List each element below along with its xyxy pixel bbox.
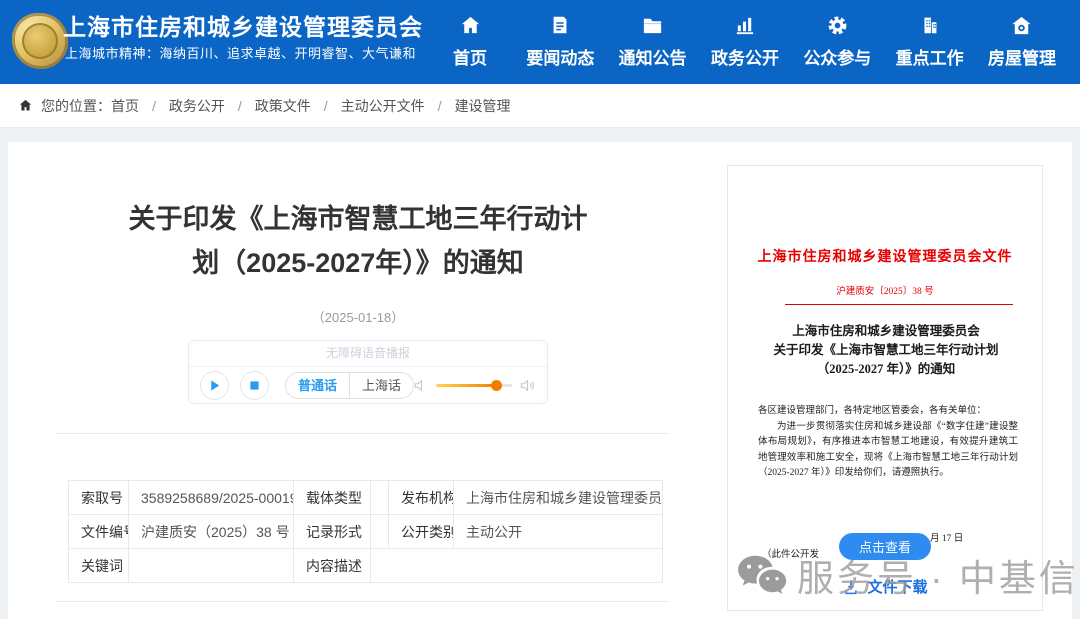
breadcrumb-item-home[interactable]: 首页 [111, 96, 139, 116]
audio-player-controls: 普通话 上海话 [189, 367, 547, 404]
house-manage-icon [1010, 9, 1033, 41]
breadcrumb-item-gov-info[interactable]: 政务公开 [169, 96, 225, 116]
volume-control [414, 379, 536, 392]
nav-item-participation[interactable]: 公众参与 [803, 9, 871, 75]
site-header: 上海市住房和城乡建设管理委员会 上海城市精神：海纳百川、追求卓越、开明睿智、大气… [0, 0, 1080, 84]
meta-value [371, 549, 663, 583]
table-row: 关键词 内容描述 [69, 549, 663, 583]
site-slogan: 上海城市精神：海纳百川、追求卓越、开明睿智、大气谦和 [65, 43, 416, 62]
article-title-line2: 划（2025-2027年）》的通知 [68, 241, 648, 285]
volume-handle[interactable] [491, 380, 502, 391]
language-option-shanghainese[interactable]: 上海话 [349, 373, 413, 398]
download-label: 文件下载 [867, 576, 927, 597]
folder-icon [641, 9, 664, 41]
stop-icon [249, 380, 260, 391]
meta-label: 记录形式 [294, 515, 371, 549]
meta-value: 上海市住房和城乡建设管理委员会 [454, 481, 663, 515]
site-logo-inner [22, 23, 58, 59]
document-meta-table: 索取号 3589258689/2025-00019 载体类型 发布机构 上海市住… [68, 480, 663, 583]
meta-label: 发布机构 [389, 481, 454, 515]
breadcrumb-home-icon [18, 98, 33, 113]
meta-value: 主动公开 [454, 515, 663, 549]
building-icon [919, 9, 941, 41]
file-download-link[interactable]: 文件下载 [728, 576, 1042, 597]
meta-label: 公开类别 [389, 515, 454, 549]
speaker-high-icon [520, 379, 536, 392]
doc-red-divider [785, 304, 1013, 305]
nav-item-home[interactable]: 首页 [438, 9, 502, 75]
view-document-button[interactable]: 点击查看 [839, 533, 931, 560]
language-toggle: 普通话 上海话 [285, 372, 414, 399]
gear-icon [826, 9, 849, 41]
meta-value [371, 515, 389, 549]
breadcrumb-prefix: 您的位置： [41, 96, 111, 116]
breadcrumb-item-construction-mgmt[interactable]: 建设管理 [455, 96, 511, 116]
meta-label: 关键词 [69, 549, 129, 583]
meta-value: 沪建质安（2025）38 号 [129, 515, 294, 549]
meta-value [371, 481, 389, 515]
page: 上海市住房和城乡建设管理委员会 上海城市精神：海纳百川、追求卓越、开明睿智、大气… [0, 0, 1080, 619]
site-title: 上海市住房和城乡建设管理委员会 [63, 8, 423, 42]
meta-value: 3589258689/2025-00019 [129, 481, 294, 515]
divider-top [55, 433, 670, 434]
meta-label: 索取号 [69, 481, 129, 515]
meta-label: 内容描述 [294, 549, 371, 583]
doc-title: 上海市住房和城乡建设管理委员会 关于印发《上海市智慧工地三年行动计划 （2025… [738, 322, 1034, 379]
doc-salutation: 各区建设管理部门，各特定地区管委会，各有关单位： [758, 404, 1018, 420]
breadcrumb-item-policy-files[interactable]: 政策文件 [255, 96, 311, 116]
breadcrumb-separator: / [324, 98, 328, 114]
breadcrumb: 您的位置： 首页 / 政务公开 / 政策文件 / 主动公开文件 / 建设管理 [0, 84, 1080, 128]
table-row: 文件编号 沪建质安（2025）38 号 记录形式 公开类别 主动公开 [69, 515, 663, 549]
doc-paragraph: 为进一步贯彻落实住房和城乡建设部《“数字住建”建设整体布局规划》，有序推进本市智… [758, 420, 1018, 482]
meta-label: 文件编号 [69, 515, 129, 549]
doc-body: 各区建设管理部门，各特定地区管委会，各有关单位： 为进一步贯彻落实住房和城乡建设… [758, 404, 1018, 482]
speaker-low-icon [414, 379, 428, 392]
doc-date-fragment: 月 17 日 [930, 530, 963, 544]
doc-number: 沪建质安〔2025〕38 号 [728, 283, 1042, 297]
breadcrumb-separator: / [152, 98, 156, 114]
download-icon [842, 578, 860, 596]
nav-item-key-work[interactable]: 重点工作 [896, 9, 964, 75]
breadcrumb-item-public-files[interactable]: 主动公开文件 [341, 96, 425, 116]
content-panel: 关于印发《上海市智慧工地三年行动计 划（2025-2027年）》的通知 （202… [8, 142, 1072, 619]
chart-icon [733, 9, 756, 41]
meta-label: 载体类型 [294, 481, 371, 515]
document-preview: 上海市住房和城乡建设管理委员会文件 沪建质安〔2025〕38 号 上海市住房和城… [727, 165, 1043, 611]
stop-button[interactable] [240, 371, 269, 400]
play-icon [208, 379, 221, 392]
meta-value [129, 549, 294, 583]
nav-item-gov-info[interactable]: 政务公开 [711, 9, 779, 75]
play-button[interactable] [200, 371, 229, 400]
news-icon [549, 9, 571, 41]
audio-player: 无障碍语音播报 普通话 上海话 [188, 340, 548, 404]
site-logo-icon [12, 13, 68, 69]
language-option-mandarin[interactable]: 普通话 [286, 373, 349, 398]
audio-player-caption: 无障碍语音播报 [189, 341, 547, 367]
breadcrumb-separator: / [438, 98, 442, 114]
doc-header: 上海市住房和城乡建设管理委员会文件 [728, 246, 1042, 266]
volume-slider[interactable] [436, 384, 512, 387]
nav-item-notices[interactable]: 通知公告 [619, 9, 687, 75]
article-date: （2025-01-18） [68, 307, 648, 326]
article-title-line1: 关于印发《上海市智慧工地三年行动计 [68, 197, 648, 241]
table-row: 索取号 3589258689/2025-00019 载体类型 发布机构 上海市住… [69, 481, 663, 515]
nav-item-news[interactable]: 要闻动态 [526, 9, 594, 75]
nav-item-housing[interactable]: 房屋管理 [988, 9, 1056, 75]
breadcrumb-separator: / [238, 98, 242, 114]
doc-note-fragment: （此件公开发 [762, 546, 819, 560]
divider-bottom [55, 601, 670, 602]
main-nav: 首页 要闻动态 通知公告 政务公开 [438, 9, 1056, 75]
home-icon [459, 9, 482, 41]
article-title: 关于印发《上海市智慧工地三年行动计 划（2025-2027年）》的通知 [68, 197, 648, 285]
volume-fill [436, 384, 497, 387]
